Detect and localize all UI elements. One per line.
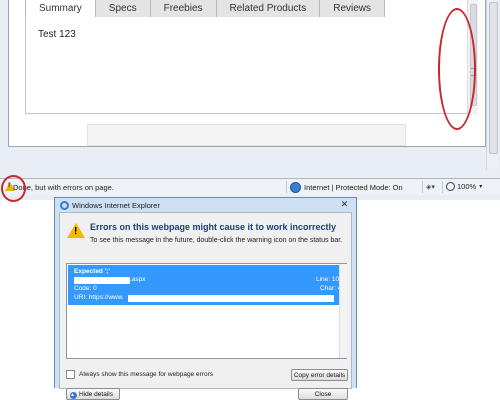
security-zone[interactable]: Internet | Protected Mode: On	[290, 182, 403, 193]
summary-text: Test 123	[38, 29, 76, 40]
dialog-body: ! Errors on this webpage might cause it …	[59, 212, 352, 400]
always-show-label: Always show this message for webpage err…	[79, 371, 214, 378]
browser-window: Summary Specs Freebies Related Products …	[0, 0, 500, 200]
magnifier-icon	[446, 182, 455, 191]
browser-scroll-thumb[interactable]	[489, 2, 498, 154]
dialog-subtext: To see this message in the future, doubl…	[90, 237, 343, 244]
error-details-panel[interactable]: Expected ';' .aspx Line: 1051 Code: 0 Ch…	[66, 263, 347, 359]
annotation-circle-scrollbar	[438, 8, 476, 130]
tab-freebies[interactable]: Freebies	[150, 0, 217, 18]
error-uri: URI: https://www.	[74, 294, 124, 301]
tab-related-products[interactable]: Related Products	[216, 0, 321, 18]
error-list-scrollbar[interactable]	[339, 264, 347, 358]
warning-icon-mark: !	[74, 226, 78, 237]
error-expected: Expected ';'	[74, 268, 110, 275]
footer-strip	[87, 124, 406, 146]
annotation-circle-warning	[1, 175, 26, 202]
error-code: Code: 0	[74, 285, 97, 292]
dialog-titlebar[interactable]: Windows Internet Explorer ✕	[55, 198, 356, 213]
zone-label: Internet | Protected Mode: On	[304, 183, 403, 192]
copy-error-details-button[interactable]: Copy error details	[291, 369, 348, 381]
zoom-control[interactable]: 100% ▾	[446, 182, 482, 191]
redacted-filename	[74, 277, 130, 284]
status-divider	[422, 181, 423, 193]
error-dialog: Windows Internet Explorer ✕ ! Errors on …	[54, 197, 357, 400]
tab-specs[interactable]: Specs	[95, 0, 151, 18]
chevron-up-icon: ▲	[70, 392, 77, 399]
dialog-title: Windows Internet Explorer	[72, 201, 160, 210]
always-show-row[interactable]: Always show this message for webpage err…	[66, 370, 213, 379]
status-divider	[286, 181, 287, 193]
product-tabs: Summary Specs Freebies Related Products …	[25, 0, 386, 18]
close-button[interactable]: Close	[298, 388, 348, 400]
zoom-level: 100%	[457, 182, 477, 191]
hide-details-button[interactable]: ▲ Hide details	[66, 388, 120, 400]
error-file: .aspx	[130, 276, 146, 283]
globe-icon	[290, 182, 301, 193]
browser-scrollbar[interactable]	[486, 0, 499, 170]
status-divider	[442, 181, 443, 193]
tab-reviews[interactable]: Reviews	[320, 0, 386, 18]
chevron-down-icon: ▾	[479, 184, 483, 190]
always-show-checkbox[interactable]	[66, 370, 75, 379]
ie-icon	[60, 201, 69, 210]
tab-summary[interactable]: Summary	[25, 0, 96, 18]
selected-error-entry[interactable]: Expected ';' .aspx Line: 1051 Code: 0 Ch…	[68, 265, 346, 305]
close-icon[interactable]: ✕	[337, 199, 352, 210]
dialog-heading: Errors on this webpage might cause it to…	[90, 222, 337, 232]
status-message[interactable]: Done, but with errors on page.	[13, 183, 114, 192]
hide-details-label: Hide details	[79, 391, 113, 398]
status-bar: ! Done, but with errors on page. Interne…	[0, 178, 500, 195]
redacted-url	[128, 295, 334, 302]
tab-content-panel: Test 123	[25, 17, 470, 114]
page-viewport: Summary Specs Freebies Related Products …	[8, 0, 486, 147]
security-settings-icon[interactable]: ◈▾	[426, 183, 435, 191]
